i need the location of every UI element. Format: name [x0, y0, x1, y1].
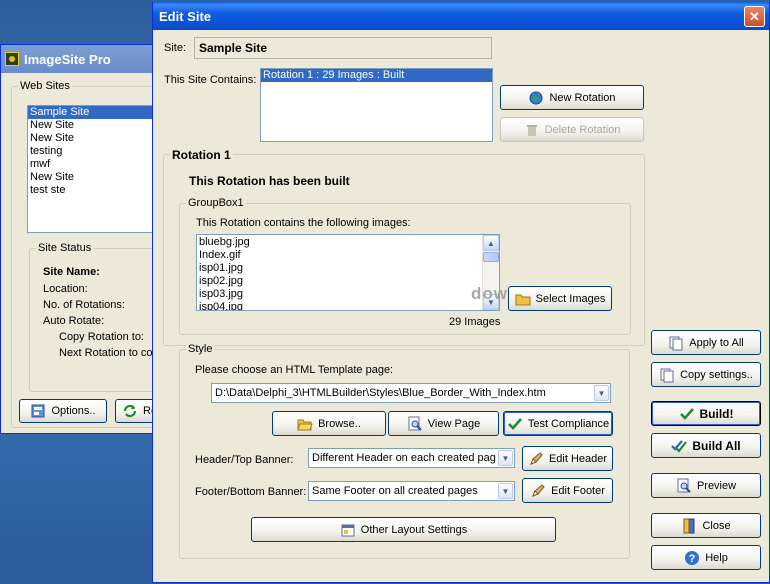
rotations-count-label: No. of Rotations:	[43, 299, 125, 311]
imagesite-title: ImageSite Pro	[24, 51, 111, 67]
edit-icon	[530, 483, 546, 499]
site-list-item[interactable]: testing	[28, 145, 168, 158]
site-contains-label: This Site Contains:	[164, 74, 257, 86]
options-icon	[30, 403, 46, 419]
footer-combo[interactable]: Same Footer on all created pages ▼	[308, 481, 515, 501]
next-rotation-label: Next Rotation to co	[59, 347, 153, 359]
images-intro: This Rotation contains the following ima…	[196, 217, 411, 229]
template-path: D:\Data\Delphi_3\HTMLBuilder\Styles\Blue…	[215, 387, 546, 399]
site-list-item[interactable]: mwf	[28, 158, 168, 171]
template-path-combo[interactable]: D:\Data\Delphi_3\HTMLBuilder\Styles\Blue…	[211, 383, 611, 403]
imagesite-titlebar[interactable]: ImageSite Pro	[1, 45, 161, 73]
edit-site-titlebar[interactable]: Edit Site ✕	[153, 2, 769, 30]
site-list-item[interactable]: New Site	[28, 171, 168, 184]
app-icon	[5, 52, 19, 66]
site-label: Site:	[164, 42, 187, 54]
build-button[interactable]: Build!	[651, 401, 761, 426]
image-list-item[interactable]: bluebg.jpg	[197, 236, 499, 249]
web-sites-label: Web Sites	[18, 80, 72, 92]
scroll-thumb[interactable]	[483, 252, 499, 262]
footer-value: Same Footer on all created pages	[312, 485, 478, 497]
edit-site-dialog: Edit Site ✕ Site: Sample Site This Site …	[152, 2, 770, 583]
other-layout-settings-button[interactable]: Other Layout Settings	[251, 517, 556, 542]
header-value: Different Header on each created page	[312, 452, 496, 464]
browse-button[interactable]: Browse..	[272, 411, 386, 436]
site-name-label: Site Name:	[43, 266, 100, 278]
site-status-label: Site Status	[36, 242, 94, 254]
image-list-item[interactable]: Index.gif	[197, 249, 499, 262]
edit-header-button[interactable]: Edit Header	[522, 446, 613, 471]
rotation-group-label: Rotation 1	[170, 148, 233, 162]
style-group-label: Style	[186, 343, 215, 355]
options-button[interactable]: Options..	[19, 399, 107, 423]
site-list-item[interactable]: New Site	[28, 119, 168, 132]
preview-button[interactable]: Preview	[651, 473, 761, 498]
layout-icon	[340, 522, 356, 538]
copy-pages-icon	[668, 335, 684, 351]
refresh-icon	[122, 403, 138, 419]
chevron-down-icon[interactable]: ▼	[498, 483, 513, 499]
groupbox-label: GroupBox1	[186, 197, 246, 209]
help-icon: ?	[684, 550, 700, 566]
site-name-field[interactable]: Sample Site	[194, 37, 492, 59]
test-compliance-button[interactable]: Test Compliance	[503, 411, 613, 436]
header-label: Header/Top Banner:	[195, 454, 294, 466]
delete-rotation-button[interactable]: Delete Rotation	[500, 117, 644, 142]
build-all-button[interactable]: Build All	[651, 433, 761, 458]
web-sites-list[interactable]: Sample Site New Site New Site testing mwf New…	[27, 105, 169, 233]
dialog-title: Edit Site	[159, 8, 212, 24]
auto-rotate-label: Auto Rotate:	[43, 315, 105, 327]
folder-icon	[515, 291, 531, 307]
scroll-up-arrow[interactable]: ▲	[483, 235, 499, 251]
magnifier-icon	[407, 416, 423, 432]
globe-icon	[528, 90, 544, 106]
header-combo[interactable]: Different Header on each created page ▼	[308, 448, 515, 468]
apply-to-all-button[interactable]: Apply to All	[651, 330, 761, 355]
double-checkmark-icon	[671, 438, 688, 454]
svg-text:?: ?	[689, 553, 696, 565]
trash-icon	[524, 122, 540, 138]
checkmark-icon	[679, 406, 695, 422]
folder-open-icon	[297, 416, 313, 432]
checkmark-icon	[507, 416, 523, 432]
close-icon: ✕	[749, 8, 760, 24]
copy-settings-button[interactable]: Copy settings..	[651, 362, 761, 387]
image-list-item[interactable]: isp03.jpg	[197, 288, 499, 301]
view-page-button[interactable]: View Page	[388, 411, 499, 436]
edit-icon	[528, 451, 544, 467]
close-window-button[interactable]: ✕	[744, 6, 765, 27]
preview-icon	[676, 478, 692, 494]
edit-footer-button[interactable]: Edit Footer	[522, 478, 613, 503]
image-list-item[interactable]: isp01.jpg	[197, 262, 499, 275]
template-prompt: Please choose an HTML Template page:	[195, 364, 394, 376]
close-button[interactable]: Close	[651, 513, 761, 538]
site-list-item[interactable]: Sample Site	[28, 106, 168, 119]
new-rotation-button[interactable]: New Rotation	[500, 85, 644, 110]
chevron-down-icon[interactable]: ▼	[498, 450, 513, 466]
location-label: Location:	[43, 283, 88, 295]
build-status: This Rotation has been built	[189, 174, 350, 188]
image-list-item[interactable]: isp02.jpg	[197, 275, 499, 288]
rotations-list[interactable]: Rotation 1 : 29 Images : Built	[260, 68, 493, 142]
copy-pages-icon	[659, 367, 675, 383]
select-images-button[interactable]: Select Images	[508, 286, 612, 311]
footer-label: Footer/Bottom Banner:	[195, 486, 307, 498]
door-icon	[681, 518, 697, 534]
imagesite-pro-window: ImageSite Pro Web Sites Sample Site New S…	[0, 44, 175, 434]
site-list-item[interactable]: test ste	[28, 184, 168, 197]
images-list[interactable]: bluebg.jpg Index.gif isp01.jpg isp02.jpg isp…	[196, 234, 500, 311]
site-list-item[interactable]: New Site	[28, 132, 168, 145]
image-count: 29 Images	[449, 316, 501, 328]
chevron-down-icon[interactable]: ▼	[594, 385, 609, 401]
help-button[interactable]: ? Help	[651, 545, 761, 570]
copy-rotation-label: Copy Rotation to:	[59, 331, 144, 343]
rotation-list-item[interactable]: Rotation 1 : 29 Images : Built	[261, 69, 492, 82]
image-list-item[interactable]: isp04.jpg	[197, 301, 499, 310]
